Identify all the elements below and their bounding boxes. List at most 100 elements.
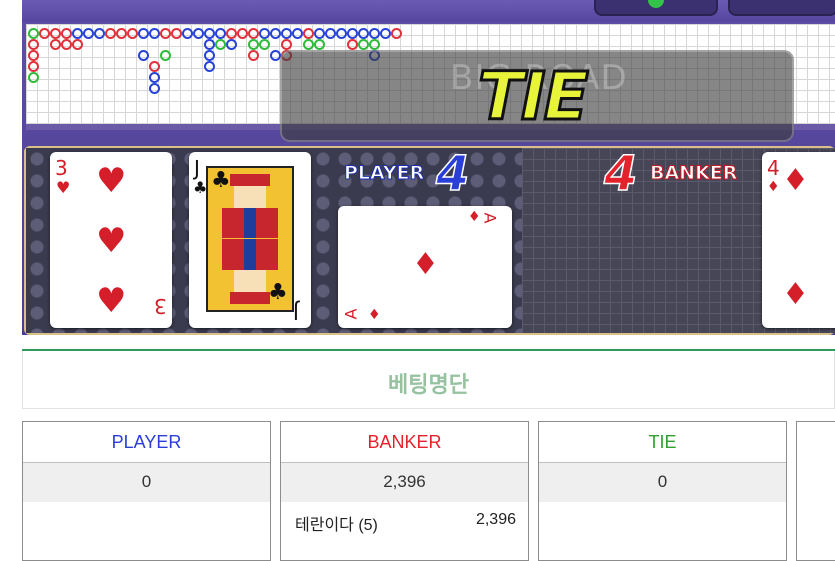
status-indicator-icon xyxy=(648,0,664,8)
roadmap-marker xyxy=(28,61,39,72)
club-icon: ♣ xyxy=(211,168,231,193)
bet-amount: 2,396 xyxy=(475,511,516,528)
roadmap-marker xyxy=(72,39,83,50)
roadmap-marker xyxy=(61,39,72,50)
roadmap-marker xyxy=(39,28,50,39)
roadmap-marker xyxy=(248,28,259,39)
diamond-icon: ♦ xyxy=(767,179,780,195)
heart-icon: ♥ xyxy=(96,221,127,261)
roadmap-marker xyxy=(204,61,215,72)
roadmap-marker xyxy=(28,28,39,39)
roadmap-marker xyxy=(149,61,160,72)
roadmap-marker xyxy=(336,28,347,39)
roadmap-marker xyxy=(61,28,72,39)
extra-bets-column xyxy=(796,421,835,561)
heart-icon: ♥ xyxy=(96,281,127,321)
top-control-button-2[interactable] xyxy=(728,0,835,16)
diamond-icon: ♦ xyxy=(412,247,439,282)
roadmap-marker xyxy=(215,28,226,39)
roadmap-marker xyxy=(160,50,171,61)
top-bar xyxy=(22,0,835,22)
card-board: 3 ♥ ♥ ♥ ♥ 3 J ♣ ♣ ♣ J A ♦ ♦ A ♦ PLAYER 4… xyxy=(24,145,835,335)
roadmap-marker xyxy=(248,39,259,50)
roadmap-marker xyxy=(281,39,292,50)
roadmap-marker xyxy=(391,28,402,39)
card-rank: 3 xyxy=(154,294,167,318)
card-rank: A xyxy=(480,212,500,224)
roadmap-marker xyxy=(116,28,127,39)
card-rank: A xyxy=(341,308,361,320)
diamond-icon: ♦ xyxy=(782,277,809,312)
baccarat-game-panel: 3 ♥ ♥ ♥ ♥ 3 J ♣ ♣ ♣ J A ♦ ♦ A ♦ PLAYER 4… xyxy=(22,0,835,335)
banker-label: BANKER xyxy=(649,162,738,185)
roadmap-marker xyxy=(171,28,182,39)
card-rank: J xyxy=(194,156,200,180)
roadmap-marker xyxy=(149,83,160,94)
roadmap-marker xyxy=(248,50,259,61)
roadmap-marker xyxy=(204,28,215,39)
player-total: 0 xyxy=(23,463,270,502)
roadmap-marker xyxy=(28,50,39,61)
player-card-2: J ♣ ♣ ♣ J xyxy=(189,152,311,328)
roadmap-marker xyxy=(72,28,83,39)
tie-result-text: TIE xyxy=(477,57,591,137)
roadmap-marker xyxy=(347,28,358,39)
roadmap-marker xyxy=(270,28,281,39)
roadmap-marker xyxy=(50,28,61,39)
top-control-button[interactable] xyxy=(594,0,718,16)
column-header-tie: TIE xyxy=(539,422,786,463)
player-label: PLAYER xyxy=(343,162,425,185)
roadmap-marker xyxy=(358,39,369,50)
roadmap-marker xyxy=(149,28,160,39)
roadmap-marker xyxy=(347,39,358,50)
diamond-icon: ♦ xyxy=(782,163,809,198)
heart-icon: ♥ xyxy=(56,178,71,197)
jack-face-illustration: ♣ ♣ xyxy=(206,166,294,312)
roadmap-marker xyxy=(325,28,336,39)
roadmap-marker xyxy=(204,50,215,61)
card-rank: J xyxy=(293,300,299,324)
roadmap-marker xyxy=(127,28,138,39)
roadmap-marker xyxy=(94,28,105,39)
roadmap-marker xyxy=(28,72,39,83)
diamond-icon: ♦ xyxy=(368,307,381,323)
column-header-banker: BANKER xyxy=(281,422,528,463)
bettor-name: 테란이다 (5) xyxy=(295,517,378,534)
roadmap-marker xyxy=(358,28,369,39)
roadmap-marker xyxy=(28,39,39,50)
player-score: 4 xyxy=(435,145,470,203)
tie-total: 0 xyxy=(539,463,786,502)
roadmap-marker xyxy=(138,50,149,61)
club-icon: ♣ xyxy=(268,280,288,305)
roadmap-marker xyxy=(138,28,149,39)
card-rank: 3 xyxy=(55,156,68,180)
roadmap-marker xyxy=(204,39,215,50)
roadmap-marker xyxy=(314,28,325,39)
roadmap-marker xyxy=(259,39,270,50)
roadmap-marker xyxy=(226,28,237,39)
roadmap-marker xyxy=(193,28,204,39)
roadmap-marker xyxy=(83,28,94,39)
player-card-3: A ♦ ♦ A ♦ xyxy=(338,206,512,328)
diamond-icon: ♦ xyxy=(468,209,481,225)
banker-score: 4 xyxy=(603,145,638,203)
roadmap-marker xyxy=(259,28,270,39)
roadmap-marker xyxy=(237,28,248,39)
roadmap-marker xyxy=(149,72,160,83)
player-card-1: 3 ♥ ♥ ♥ ♥ 3 xyxy=(50,152,172,328)
roadmap-marker xyxy=(50,39,61,50)
roadmap-marker xyxy=(105,28,116,39)
roadmap-marker xyxy=(215,39,226,50)
roadmap-marker xyxy=(182,28,193,39)
roadmap-marker xyxy=(292,28,303,39)
roadmap-marker xyxy=(226,39,237,50)
roadmap-marker xyxy=(369,39,380,50)
heart-icon: ♥ xyxy=(96,161,127,201)
roadmap-marker xyxy=(303,39,314,50)
roadmap-marker xyxy=(380,28,391,39)
banker-bets-column: BANKER 2,396 테란이다 (5) 2,396 xyxy=(280,421,529,561)
roadmap-marker xyxy=(303,28,314,39)
bet-entry-row: 테란이다 (5) 2,396 xyxy=(281,502,528,542)
roadmap-marker xyxy=(369,28,380,39)
roadmap-marker xyxy=(281,28,292,39)
